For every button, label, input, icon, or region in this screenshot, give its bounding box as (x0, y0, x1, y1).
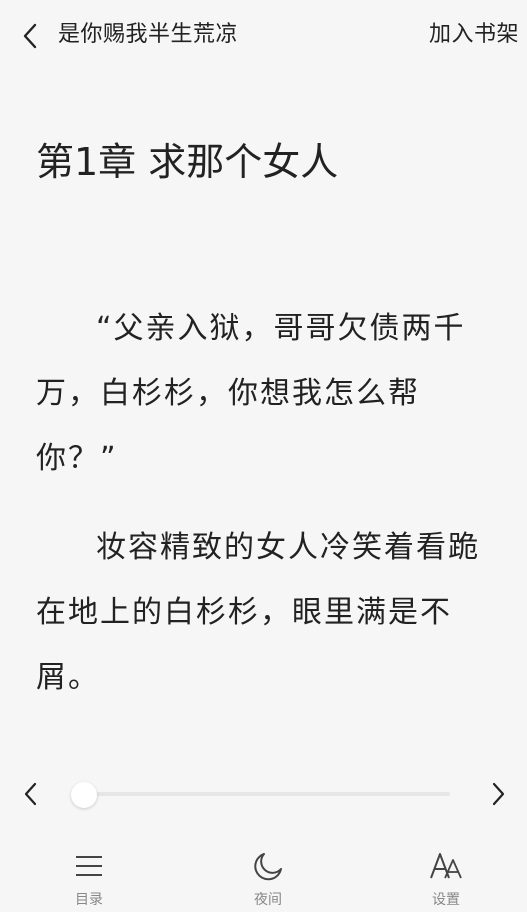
book-title: 是你赐我半生荒凉 (58, 22, 239, 47)
moon-icon (252, 846, 284, 886)
previous-chapter-button[interactable] (14, 778, 46, 810)
progress-track[interactable] (71, 782, 450, 808)
progress-thumb[interactable] (71, 782, 97, 808)
add-to-bookshelf-button[interactable]: 加入书架 (429, 19, 519, 51)
chapter-content: “父亲入狱，哥哥欠债两千万，白杉杉，你想我怎么帮你？” 妆容精致的女人冷笑着看跪… (36, 296, 500, 734)
paragraph: 妆容精致的女人冷笑着看跪在地上的白杉杉，眼里满是不屑。 (36, 530, 480, 695)
settings-label: 设置 (432, 892, 460, 908)
menu-list-icon (74, 846, 104, 886)
font-settings-icon (429, 846, 463, 886)
chevron-left-icon (23, 23, 37, 49)
settings-button[interactable]: 设置 (396, 846, 496, 912)
chapter-title: 第1章 求那个女人 (36, 140, 339, 184)
night-label: 夜间 (254, 892, 282, 908)
catalog-label: 目录 (75, 892, 103, 908)
next-chapter-button[interactable] (483, 778, 515, 810)
night-mode-button[interactable]: 夜间 (218, 846, 318, 912)
bottom-toolbar: 目录 夜间 设置 (0, 846, 527, 912)
chevron-left-icon (24, 782, 37, 806)
catalog-button[interactable]: 目录 (39, 846, 139, 912)
chevron-right-icon (492, 782, 505, 806)
chapter-progress-bar (0, 770, 527, 818)
top-bar: 是你赐我半生荒凉 加入书架 (0, 0, 527, 70)
back-button[interactable] (14, 20, 46, 52)
paragraph: “父亲入狱，哥哥欠债两千万，白杉杉，你想我怎么帮你？” (36, 311, 466, 476)
